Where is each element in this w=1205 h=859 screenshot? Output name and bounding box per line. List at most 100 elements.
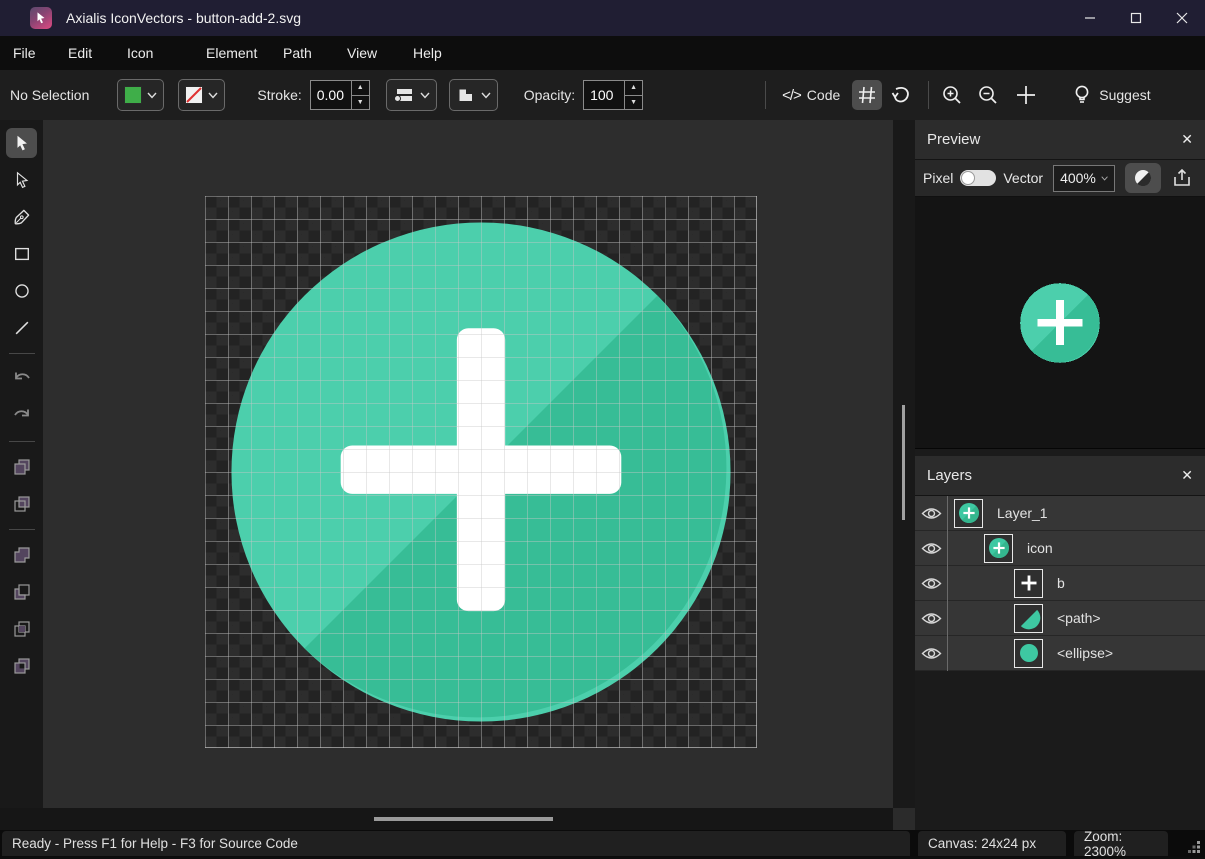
preview-close-icon[interactable]: ✕ xyxy=(1181,131,1193,148)
vertical-scroll-thumb[interactable] xyxy=(902,405,905,520)
vertical-scrollbar[interactable] xyxy=(893,120,915,830)
visibility-eye-icon[interactable] xyxy=(915,576,947,591)
title-bar: Axialis IconVectors - button-add-2.svg xyxy=(0,0,1205,36)
intersect-tool[interactable] xyxy=(6,614,37,644)
pen-tool[interactable] xyxy=(6,202,37,232)
tool-separator xyxy=(9,441,35,442)
visibility-eye-icon[interactable] xyxy=(915,506,947,521)
layer-row[interactable]: <path> xyxy=(915,601,1205,636)
preview-zoom-select[interactable]: 400% xyxy=(1053,165,1115,192)
zoom-in-button[interactable] xyxy=(937,80,967,110)
close-button[interactable] xyxy=(1159,0,1205,36)
visibility-eye-icon[interactable] xyxy=(915,611,947,626)
status-message-text: Ready - Press F1 for Help - F3 for Sourc… xyxy=(12,836,298,851)
line-join-dropdown[interactable] xyxy=(449,79,498,111)
redo-button[interactable] xyxy=(6,401,37,431)
spin-down-icon[interactable]: ▼ xyxy=(352,96,369,110)
toolbar-separator xyxy=(765,81,766,109)
menu-element[interactable]: Element xyxy=(206,39,283,67)
preview-viewport xyxy=(915,197,1205,449)
intersect-icon xyxy=(11,618,33,640)
lightbulb-icon xyxy=(1073,84,1091,106)
code-button[interactable]: </> Code xyxy=(782,87,840,104)
menu-edit[interactable]: Edit xyxy=(68,39,127,67)
zoom-out-icon xyxy=(977,84,999,106)
undo-icon xyxy=(12,369,32,389)
center-view-button[interactable] xyxy=(1011,80,1041,110)
layer-label[interactable]: Layer_1 xyxy=(997,505,1048,521)
line-tool[interactable] xyxy=(6,313,37,343)
menu-path[interactable]: Path xyxy=(283,39,347,67)
layer-row[interactable]: <ellipse> xyxy=(915,636,1205,671)
pixel-vector-toggle[interactable] xyxy=(960,170,996,186)
visibility-eye-icon[interactable] xyxy=(915,541,947,556)
layer-row[interactable]: icon xyxy=(915,531,1205,566)
suggest-button[interactable]: Suggest xyxy=(1073,84,1150,106)
duplicate-tool[interactable] xyxy=(6,452,37,482)
direct-select-tool[interactable] xyxy=(6,165,37,195)
layers-panel-header: Layers ✕ xyxy=(915,456,1205,496)
horizontal-scroll-thumb[interactable] xyxy=(374,817,553,821)
stroke-color-button[interactable] xyxy=(178,79,225,111)
union-tool[interactable] xyxy=(6,540,37,570)
line-cap-dropdown[interactable] xyxy=(386,79,437,111)
grid-toggle-button[interactable] xyxy=(852,80,882,110)
ellipse-tool[interactable] xyxy=(6,276,37,306)
opacity-spinner-arrows[interactable]: ▲▼ xyxy=(624,81,642,109)
toolbar: No Selection Stroke: ▲▼ Opacity: ▲▼ </> xyxy=(0,70,1205,120)
zoom-out-button[interactable] xyxy=(973,80,1003,110)
line-cap-icon xyxy=(393,86,415,104)
stroke-width-input[interactable] xyxy=(311,81,351,109)
export-button[interactable] xyxy=(1171,167,1193,189)
app-logo-icon xyxy=(30,7,52,29)
horizontal-scrollbar[interactable] xyxy=(0,808,893,830)
tool-strip xyxy=(0,120,43,808)
maximize-button[interactable] xyxy=(1113,0,1159,36)
icon-canvas[interactable] xyxy=(205,196,757,748)
stroke-spinner-arrows[interactable]: ▲▼ xyxy=(351,81,369,109)
layers-close-icon[interactable]: ✕ xyxy=(1181,467,1193,484)
layer-label[interactable]: b xyxy=(1057,575,1065,591)
contrast-toggle-button[interactable] xyxy=(1125,163,1161,193)
tool-separator xyxy=(9,353,35,354)
fill-color-button[interactable] xyxy=(117,79,164,111)
layer-thumbnail[interactable] xyxy=(984,534,1013,563)
menu-help[interactable]: Help xyxy=(413,39,442,67)
canvas-area[interactable] xyxy=(43,120,893,808)
layer-divider xyxy=(947,636,948,671)
spin-down-icon[interactable]: ▼ xyxy=(625,96,642,110)
menu-icon[interactable]: Icon xyxy=(127,39,206,67)
layer-label[interactable]: icon xyxy=(1027,540,1053,556)
select-tool[interactable] xyxy=(6,128,37,158)
clone-tool[interactable] xyxy=(6,489,37,519)
opacity-input[interactable] xyxy=(584,81,624,109)
opacity-stepper[interactable]: ▲▼ xyxy=(583,80,643,110)
menu-file[interactable]: File xyxy=(13,39,68,67)
layer-thumbnail[interactable] xyxy=(1014,569,1043,598)
undo-button[interactable] xyxy=(6,364,37,394)
rectangle-icon xyxy=(13,245,31,263)
exclude-tool[interactable] xyxy=(6,651,37,681)
rotate-icon xyxy=(890,84,912,106)
spin-up-icon[interactable]: ▲ xyxy=(625,81,642,96)
status-zoom: Zoom: 2300% xyxy=(1074,831,1168,856)
layer-row[interactable]: b xyxy=(915,566,1205,601)
rectangle-tool[interactable] xyxy=(6,239,37,269)
visibility-eye-icon[interactable] xyxy=(915,646,947,661)
spin-up-icon[interactable]: ▲ xyxy=(352,81,369,96)
layer-label[interactable]: <path> xyxy=(1057,610,1101,626)
preview-title: Preview xyxy=(927,131,980,148)
stroke-width-stepper[interactable]: ▲▼ xyxy=(310,80,370,110)
layer-label[interactable]: <ellipse> xyxy=(1057,645,1113,661)
layer-thumbnail[interactable] xyxy=(1014,604,1043,633)
layer-row[interactable]: Layer_1 xyxy=(915,496,1205,531)
ellipse-icon xyxy=(13,282,31,300)
subtract-tool[interactable] xyxy=(6,577,37,607)
resize-grip[interactable] xyxy=(1187,840,1201,857)
rotate-view-button[interactable] xyxy=(886,80,916,110)
minimize-button[interactable] xyxy=(1067,0,1113,36)
menu-view[interactable]: View xyxy=(347,39,413,67)
layer-thumbnail[interactable] xyxy=(1014,639,1043,668)
status-bar: Ready - Press F1 for Help - F3 for Sourc… xyxy=(0,830,1205,857)
layer-thumbnail[interactable] xyxy=(954,499,983,528)
